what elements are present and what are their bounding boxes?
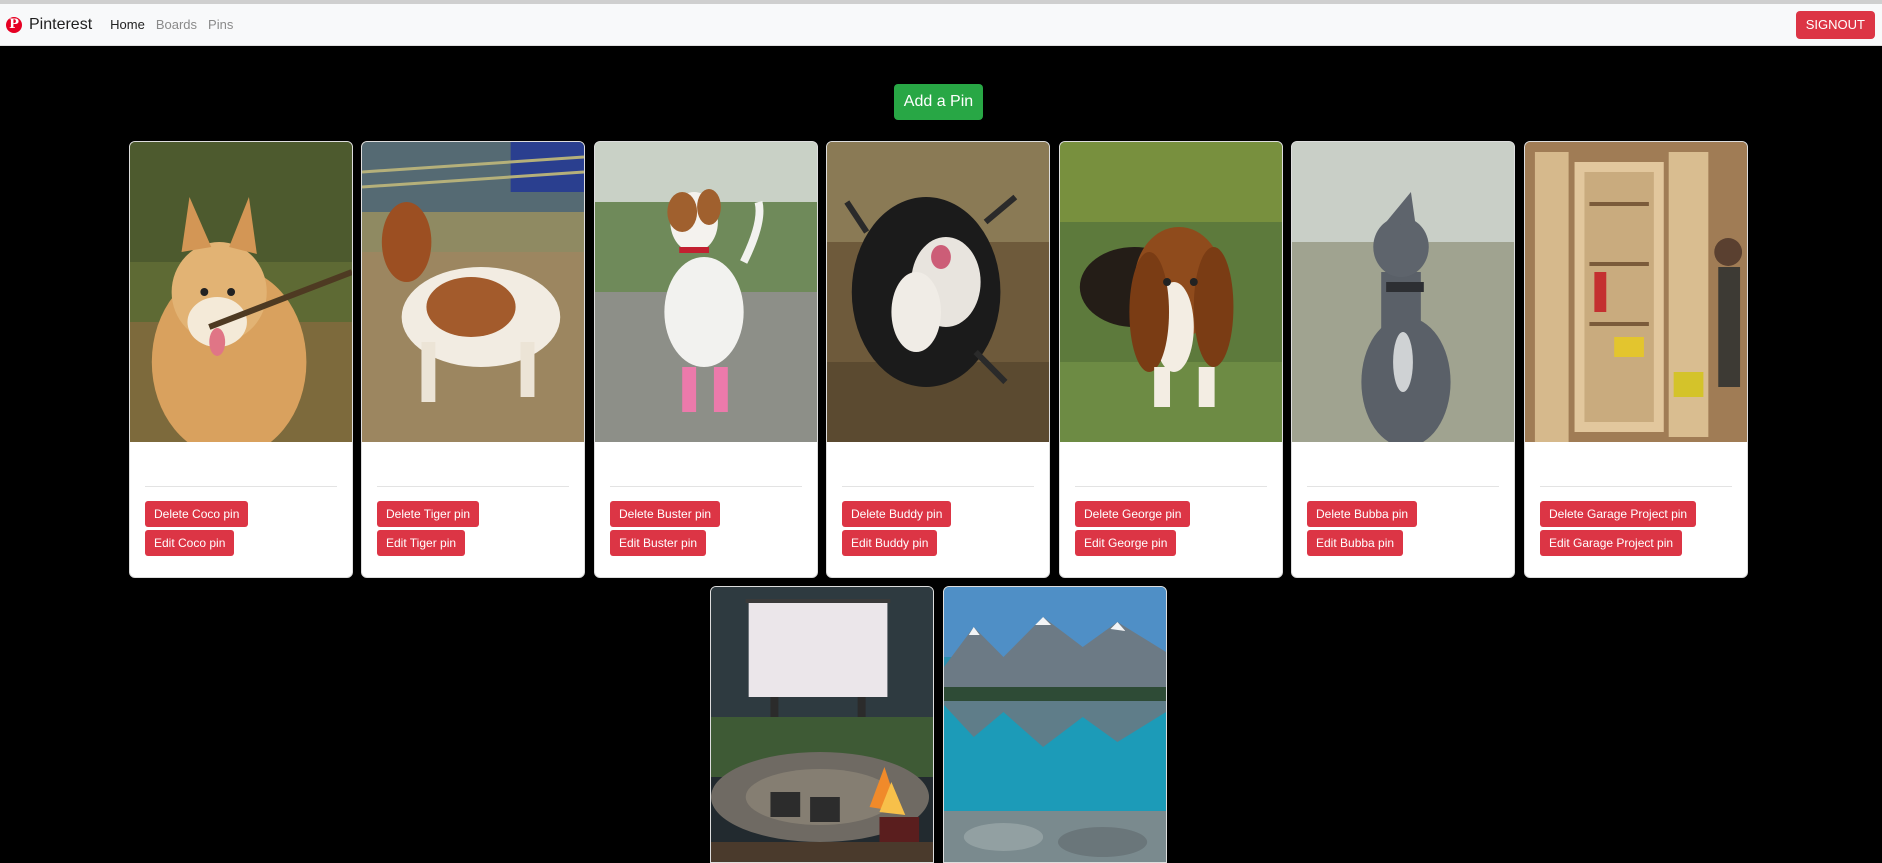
card-divider — [610, 486, 802, 487]
card-divider — [1307, 486, 1499, 487]
pin-card-body: Delete Coco pin Edit Coco pin — [130, 442, 352, 577]
navbar: P Pinterest Home Boards Pins SIGNOUT — [0, 4, 1882, 46]
pin-card-mountain-lake — [943, 586, 1167, 863]
pin-card-george: Delete George pin Edit George pin — [1059, 141, 1283, 578]
pin-card-coco: Delete Coco pin Edit Coco pin — [129, 141, 353, 578]
card-divider — [377, 486, 569, 487]
pin-image-corgi — [130, 142, 352, 442]
edit-garage-project-pin-button[interactable]: Edit Garage Project pin — [1540, 530, 1683, 556]
pin-card-body: Delete Garage Project pin Edit Garage Pr… — [1525, 442, 1747, 577]
pin-image-garage-project — [1525, 142, 1747, 442]
edit-buster-pin-button[interactable]: Edit Buster pin — [610, 530, 707, 556]
edit-buddy-pin-button[interactable]: Edit Buddy pin — [842, 530, 938, 556]
card-divider — [1075, 486, 1267, 487]
pin-image-buster — [595, 142, 817, 442]
card-divider — [1540, 486, 1732, 487]
delete-garage-project-pin-button[interactable]: Delete Garage Project pin — [1540, 501, 1697, 527]
nav-links: Home Boards Pins — [110, 17, 244, 32]
edit-coco-pin-button[interactable]: Edit Coco pin — [145, 530, 235, 556]
pin-card-body: Delete Tiger pin Edit Tiger pin — [362, 442, 584, 577]
signout-button[interactable]: SIGNOUT — [1795, 11, 1875, 39]
brand-name: Pinterest — [29, 15, 93, 33]
pin-card-bubba: Delete Bubba pin Edit Bubba pin — [1291, 141, 1515, 578]
pin-card-body: Delete George pin Edit George pin — [1060, 442, 1282, 577]
pin-card-buddy: Delete Buddy pin Edit Buddy pin — [826, 141, 1050, 578]
pinterest-logo-icon: P — [6, 16, 22, 33]
pin-image-buddy — [827, 142, 1049, 442]
pin-card-body: Delete Bubba pin Edit Bubba pin — [1292, 442, 1514, 577]
pin-card-body: Delete Buddy pin Edit Buddy pin — [827, 442, 1049, 577]
edit-george-pin-button[interactable]: Edit George pin — [1075, 530, 1177, 556]
edit-tiger-pin-button[interactable]: Edit Tiger pin — [377, 530, 466, 556]
pin-card-tiger: Delete Tiger pin Edit Tiger pin — [361, 141, 585, 578]
delete-buster-pin-button[interactable]: Delete Buster pin — [610, 501, 721, 527]
nav-link-boards[interactable]: Boards — [156, 17, 197, 32]
edit-bubba-pin-button[interactable]: Edit Bubba pin — [1307, 530, 1404, 556]
pin-image-bubba — [1292, 142, 1514, 442]
add-pin-button[interactable]: Add a Pin — [894, 84, 983, 120]
card-divider — [842, 486, 1034, 487]
pin-card-buster: Delete Buster pin Edit Buster pin — [594, 141, 818, 578]
nav-link-home[interactable]: Home — [110, 17, 145, 32]
delete-coco-pin-button[interactable]: Delete Coco pin — [145, 501, 249, 527]
card-divider — [145, 486, 337, 487]
pin-card-garage-project: Delete Garage Project pin Edit Garage Pr… — [1524, 141, 1748, 578]
pin-image-george — [1060, 142, 1282, 442]
delete-bubba-pin-button[interactable]: Delete Bubba pin — [1307, 501, 1418, 527]
delete-buddy-pin-button[interactable]: Delete Buddy pin — [842, 501, 952, 527]
delete-george-pin-button[interactable]: Delete George pin — [1075, 501, 1191, 527]
nav-link-pins[interactable]: Pins — [208, 17, 233, 32]
pin-image-tiger — [362, 142, 584, 442]
delete-tiger-pin-button[interactable]: Delete Tiger pin — [377, 501, 480, 527]
pin-image-outdoor-movie — [711, 587, 933, 862]
brand-link[interactable]: P Pinterest — [6, 4, 92, 46]
pin-card-outdoor-movie — [710, 586, 934, 863]
pin-image-mountain-lake — [944, 587, 1166, 862]
pin-card-body: Delete Buster pin Edit Buster pin — [595, 442, 817, 577]
